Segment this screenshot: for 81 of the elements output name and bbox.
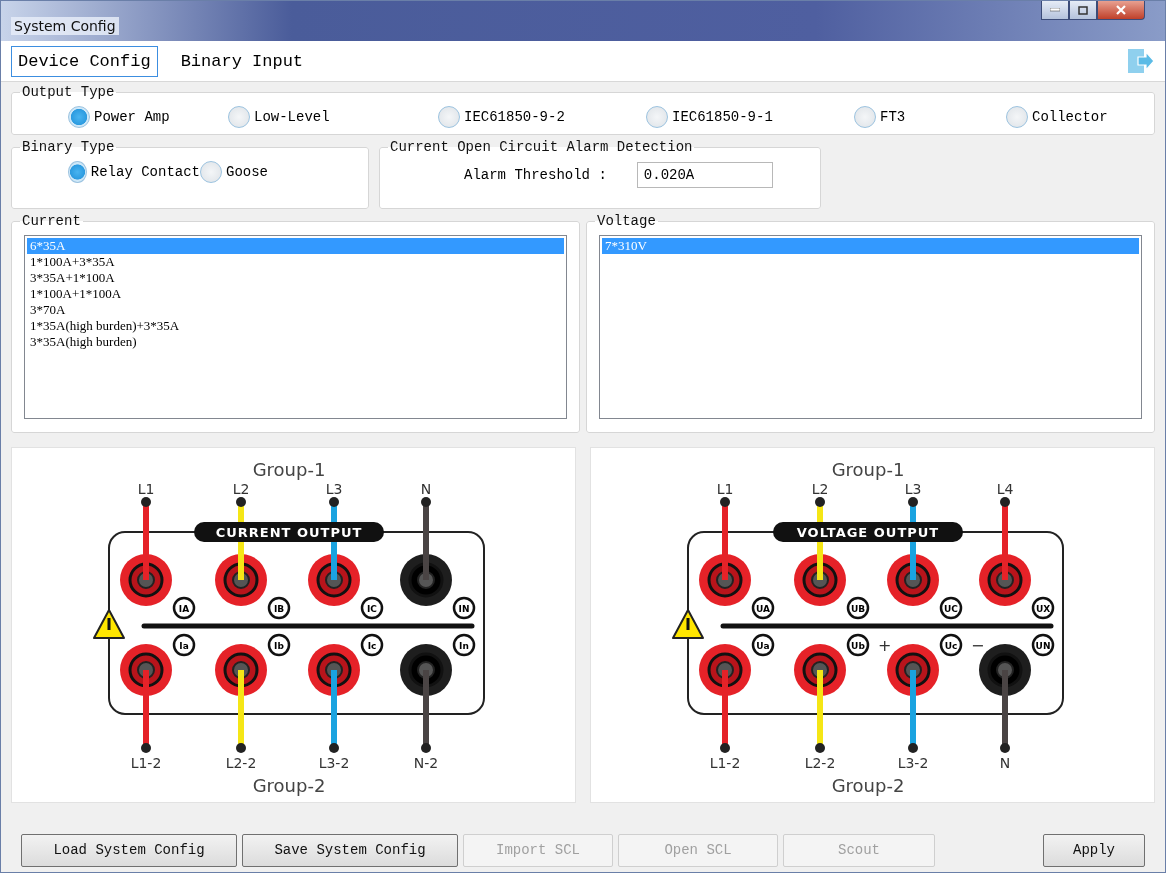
radio-button[interactable]	[646, 106, 668, 128]
terminal-badge: In	[452, 633, 475, 657]
group-label: Group-1	[252, 459, 325, 480]
terminal-label: N	[420, 481, 431, 497]
terminal-label: L1-2	[709, 755, 740, 771]
radio-button[interactable]	[854, 106, 876, 128]
terminal-label: L1	[137, 481, 154, 497]
tab[interactable]: Device Config	[11, 45, 158, 77]
terminal-badge: UN	[1031, 633, 1054, 657]
group-title: Binary Type	[21, 139, 116, 155]
terminal-badge: Ic	[360, 633, 383, 657]
terminal-badge: Uc	[939, 633, 962, 657]
terminal-label: L2-2	[804, 755, 835, 771]
action-button[interactable]: Save System Config	[242, 833, 458, 867]
list-item[interactable]: 1*35A(high burden)+3*35A	[27, 318, 564, 334]
radio-button[interactable]	[438, 106, 460, 128]
group-title: Current Open Circuit Alarm Detection	[389, 139, 694, 155]
polarity-sign: +	[877, 636, 891, 655]
terminal-label: L3-2	[318, 755, 349, 771]
threshold-input[interactable]: 0.020A	[636, 162, 773, 188]
radio-label: Collector	[1032, 109, 1108, 125]
terminal-label: L3	[325, 481, 342, 497]
action-button[interactable]: Apply	[1043, 833, 1145, 867]
group-title: Voltage	[596, 213, 657, 229]
list-item[interactable]: 3*35A+1*100A	[27, 270, 564, 286]
panel-title: CURRENT OUTPUT	[193, 522, 384, 542]
radio-label: IEC61850-9-2	[464, 109, 565, 125]
terminal-badge: Ua	[751, 633, 774, 657]
radio-button[interactable]	[68, 106, 90, 128]
terminal-label: L2	[811, 481, 828, 497]
terminal-badge: UB	[846, 596, 869, 620]
group-label: Group-2	[252, 775, 325, 796]
list-item[interactable]: 1*100A+1*100A	[27, 286, 564, 302]
terminal-label: L4	[996, 481, 1013, 497]
action-button[interactable]: Load System Config	[21, 833, 237, 867]
terminal-label: N-2	[413, 755, 438, 771]
radio-button[interactable]	[200, 161, 222, 183]
radio-button[interactable]	[68, 161, 87, 183]
list-item[interactable]: 1*100A+3*35A	[27, 254, 564, 270]
polarity-sign: −	[970, 636, 984, 655]
maximize-icon	[1078, 5, 1088, 15]
list-item[interactable]: 3*35A(high burden)	[27, 334, 564, 350]
exit-icon[interactable]	[1125, 46, 1155, 76]
terminal-badge: UC	[939, 596, 962, 620]
radio-label: Relay Contact	[90, 164, 200, 180]
terminal-badge: Ia	[172, 633, 195, 657]
terminal-label: L1-2	[130, 755, 161, 771]
group-label: Group-1	[831, 459, 904, 480]
terminal-label: L2	[232, 481, 249, 497]
radio-label: Low-Level	[254, 109, 330, 125]
list-item[interactable]: 3*70A	[27, 302, 564, 318]
group-label: Group-2	[831, 775, 904, 796]
radio-label: IEC61850-9-1	[672, 109, 773, 125]
radio-label: Goose	[226, 164, 268, 180]
terminal-badge: UX	[1031, 596, 1054, 620]
terminal-badge: IC	[360, 596, 383, 620]
terminal-label: L2-2	[225, 755, 256, 771]
panel-title: VOLTAGE OUTPUT	[772, 522, 963, 542]
minimize-icon	[1050, 8, 1060, 12]
radio-button[interactable]	[228, 106, 250, 128]
terminal-label: N	[999, 755, 1010, 771]
terminal-label: L3-2	[897, 755, 928, 771]
terminal-badge: IB	[267, 596, 290, 620]
terminal-badge: Ib	[267, 633, 290, 657]
terminal-badge: UA	[751, 596, 774, 620]
close-button[interactable]	[1097, 1, 1145, 20]
minimize-button[interactable]	[1041, 1, 1069, 20]
maximize-button[interactable]	[1069, 1, 1097, 20]
group-title: Current	[21, 213, 82, 229]
window-title: System Config	[11, 17, 119, 35]
radio-label: FT3	[880, 109, 906, 125]
group-title: Output Type	[21, 84, 116, 100]
close-icon	[1116, 5, 1126, 15]
field-label: Alarm Threshold :	[464, 167, 607, 183]
terminal-badge: IN	[452, 596, 475, 620]
terminal-badge: Ub	[846, 633, 869, 657]
radio-label: Power Amp	[94, 109, 170, 125]
radio-button[interactable]	[1006, 106, 1028, 128]
terminal-label: L1	[716, 481, 733, 497]
terminal-badge: IA	[172, 596, 195, 620]
terminal-label: L3	[904, 481, 921, 497]
